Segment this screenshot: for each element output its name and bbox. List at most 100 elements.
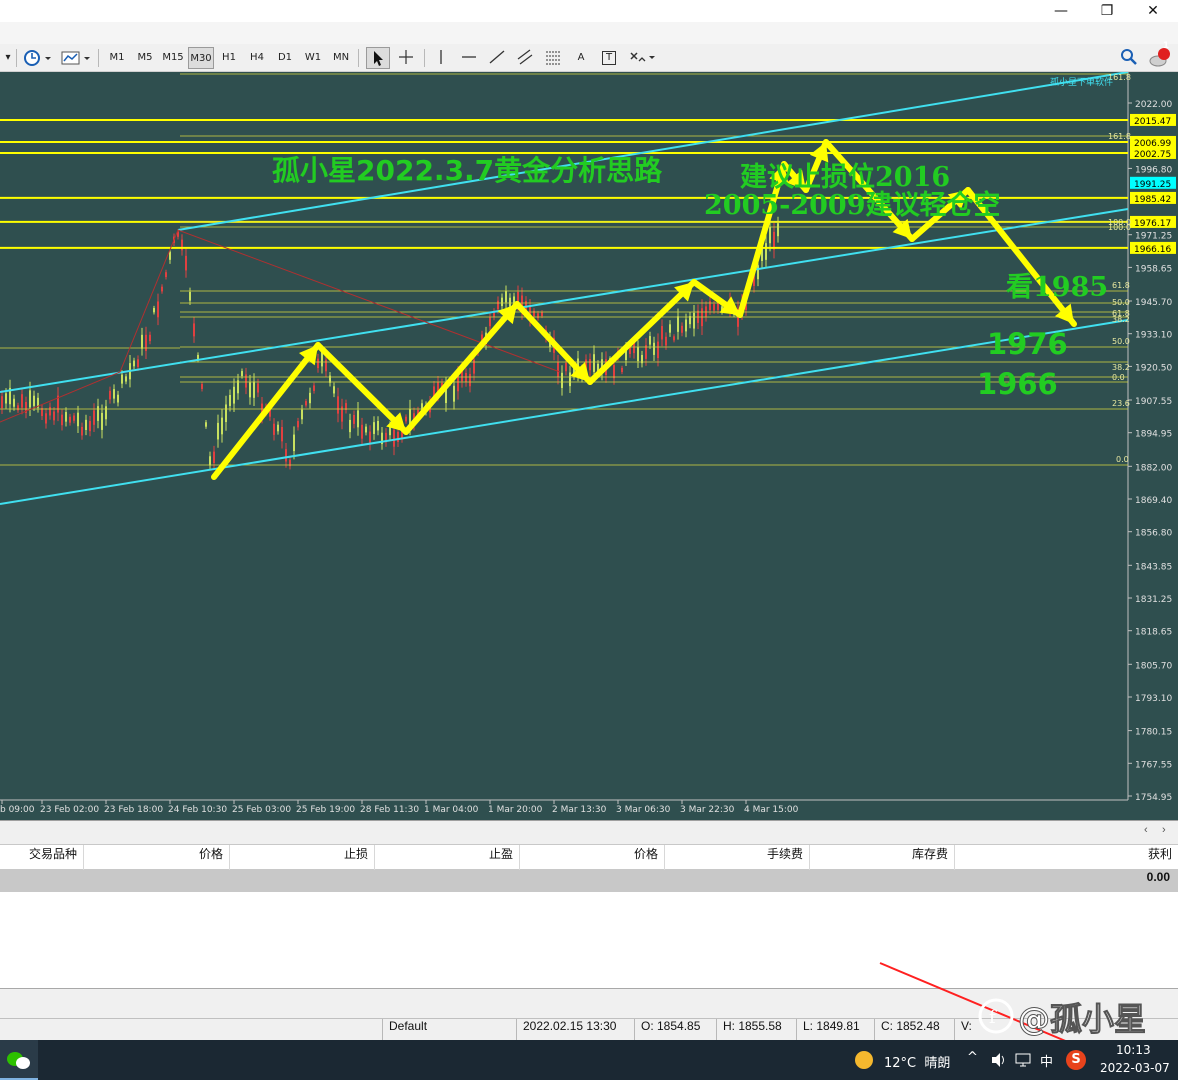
toolbar-dropdown-arrow-icon[interactable]: ▾ <box>2 47 14 69</box>
column-header-take-profit[interactable]: 止盈 <box>375 845 520 871</box>
candle-body <box>201 384 203 389</box>
candle-body <box>17 405 19 411</box>
close-button[interactable]: ✕ <box>1130 0 1176 22</box>
candle-body <box>621 367 623 373</box>
clock-date[interactable]: 2022-03-07 <box>1100 1061 1170 1075</box>
crosshair-tool-button[interactable] <box>394 47 418 69</box>
horizontal-line-tool-button[interactable] <box>458 47 480 69</box>
scroll-right-icon[interactable]: › <box>1162 824 1166 836</box>
candle-body <box>321 352 323 367</box>
vertical-line-icon <box>440 50 442 64</box>
cursor-tool-button[interactable] <box>366 47 390 69</box>
candle-body <box>465 372 467 383</box>
candle-body <box>681 325 683 333</box>
candle-body <box>657 341 659 359</box>
timeframe-w1-button[interactable]: W1 <box>300 47 326 69</box>
toolbar: ▾ M1 M5 M15 M30 H1 H4 D1 W1 MN A T 1 <box>0 41 1178 72</box>
timeframe-m1-button[interactable]: M1 <box>104 47 130 69</box>
weather-text[interactable]: 12°C 晴朗 <box>884 1052 950 1071</box>
price-axis-label: 1805.70 <box>1135 661 1172 671</box>
candle-body <box>393 429 395 447</box>
text-label-tool-button[interactable]: T <box>598 47 620 69</box>
candle-body <box>145 334 147 351</box>
price-axis-label: 1831.25 <box>1135 595 1172 605</box>
column-header-symbol[interactable]: 交易品种 <box>0 845 84 871</box>
column-header-swap[interactable]: 库存费 <box>810 845 955 871</box>
chart-scrollbar[interactable]: ‹ › <box>0 820 1178 844</box>
timeframe-mn-button[interactable]: MN <box>328 47 354 69</box>
timeframe-h1-button[interactable]: H1 <box>216 47 242 69</box>
time-axis-label: 3 Mar 06:30 <box>616 805 671 815</box>
templates-button[interactable] <box>58 47 92 69</box>
time-axis-label: 1 Mar 04:00 <box>424 805 479 815</box>
timeframe-m5-button[interactable]: M5 <box>132 47 158 69</box>
volume-icon[interactable] <box>990 1051 1008 1069</box>
arrows-tool-button[interactable] <box>626 47 658 69</box>
candle-body <box>349 419 351 433</box>
arrows-icon <box>630 52 655 62</box>
candle-body <box>93 410 95 425</box>
candle-body <box>497 300 499 310</box>
annotation-target-1976: 1976 <box>987 327 1068 361</box>
candle-body <box>65 412 67 422</box>
candle-body <box>161 286 163 292</box>
candle-body <box>221 417 223 435</box>
candle-body <box>369 431 371 445</box>
candle-body <box>301 409 303 420</box>
taskbar-app-wechat[interactable] <box>0 1040 38 1080</box>
time-axis-label: 28 Feb 11:30 <box>360 805 419 815</box>
fib-level-label: 61.8 <box>1112 281 1130 290</box>
text-tool-button[interactable]: A <box>570 47 592 69</box>
scroll-left-icon[interactable]: ‹ <box>1144 824 1148 836</box>
candle-body <box>713 304 715 311</box>
minimize-button[interactable]: — <box>1038 0 1084 22</box>
candle-body <box>453 385 455 402</box>
candle-body <box>469 373 471 387</box>
ime-language[interactable]: 中 <box>1040 1051 1053 1070</box>
timeframe-h4-button[interactable]: H4 <box>244 47 270 69</box>
price-axis-label: 2022.00 <box>1135 100 1172 110</box>
tray-expand-icon[interactable]: ^ <box>967 1050 978 1065</box>
timeframe-d1-button[interactable]: D1 <box>272 47 298 69</box>
search-button[interactable] <box>1118 47 1140 69</box>
column-header-price[interactable]: 价格 <box>84 845 230 871</box>
timeframe-m15-button[interactable]: M15 <box>160 47 186 69</box>
weather-sun-icon <box>855 1051 873 1069</box>
candle-body <box>249 382 251 398</box>
candle-body <box>149 334 151 342</box>
fibonacci-tool-button[interactable] <box>542 47 564 69</box>
candle-body <box>141 334 143 349</box>
trendline-tool-button[interactable] <box>486 47 508 69</box>
maximize-button[interactable]: ❐ <box>1084 0 1130 22</box>
sogou-ime-icon[interactable]: S <box>1066 1050 1086 1070</box>
price-axis-label: 1920.50 <box>1135 363 1172 373</box>
price-axis-label: 1869.40 <box>1135 496 1172 506</box>
candle-body <box>105 406 107 420</box>
vertical-line-tool-button[interactable] <box>430 47 452 69</box>
channel-tool-button[interactable] <box>514 47 536 69</box>
price-level-tag-label: 2002.75 <box>1134 150 1171 160</box>
candle-body <box>101 412 103 430</box>
clock-time[interactable]: 10:13 <box>1116 1043 1151 1057</box>
notifications-button[interactable]: 1 <box>1146 41 1174 69</box>
column-header-commission[interactable]: 手续费 <box>665 845 810 871</box>
candle-body <box>233 386 235 404</box>
candle-body <box>229 394 231 406</box>
fib-level-label: 23.6 <box>1112 399 1130 408</box>
candle-body <box>377 420 379 431</box>
timeframe-m30-button[interactable]: M30 <box>188 47 214 69</box>
periodicity-button[interactable] <box>20 47 52 69</box>
text-label-icon: T <box>602 51 616 65</box>
candle-body <box>285 449 287 462</box>
column-header-stop-loss[interactable]: 止损 <box>230 845 375 871</box>
candle-body <box>661 326 663 340</box>
column-header-current-price[interactable]: 价格 <box>520 845 665 871</box>
price-chart[interactable]: 2022.00 1996.80 1971.25 1958.65 1945.70 1933.… <box>0 72 1178 820</box>
price-axis-label: 1882.00 <box>1135 463 1172 473</box>
candle-body <box>53 411 55 421</box>
candle-body <box>121 374 123 384</box>
column-header-profit[interactable]: 获利 <box>955 845 1178 871</box>
network-icon[interactable] <box>1014 1051 1032 1069</box>
chart-window[interactable]: 2022.00 1996.80 1971.25 1958.65 1945.70 1933.… <box>0 72 1178 820</box>
candle-body <box>49 406 51 416</box>
